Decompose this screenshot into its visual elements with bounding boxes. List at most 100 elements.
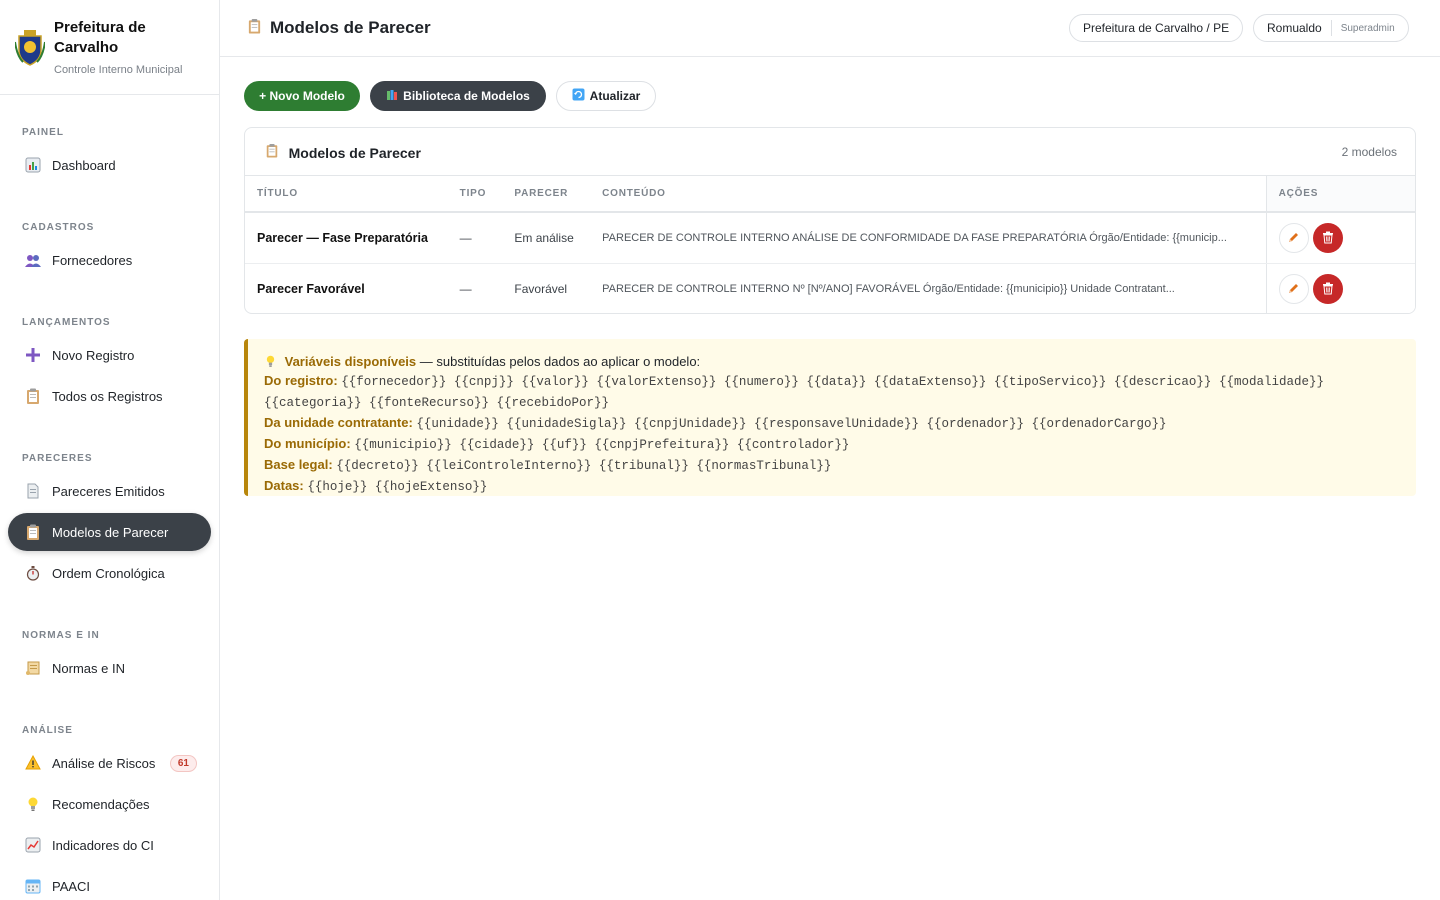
sidebar-item-ordem-cronologica[interactable]: Ordem Cronológica	[8, 554, 211, 592]
sidebar-item-dashboard[interactable]: Dashboard	[8, 146, 211, 184]
user-role: Superadmin	[1340, 22, 1395, 34]
sidebar-item-label: Todos os Registros	[52, 388, 163, 404]
models-card: Modelos de Parecer 2 modelos TÍTULO TIPO…	[244, 127, 1416, 314]
pencil-icon	[1289, 233, 1299, 243]
people-icon	[24, 251, 42, 269]
card-title: Modelos de Parecer	[265, 143, 421, 161]
sidebar-item-analise-riscos[interactable]: Análise de Riscos 61	[8, 744, 211, 782]
sidebar-item-label: Recomendações	[52, 796, 150, 812]
nav-section-lancamentos: LANÇAMENTOS	[22, 317, 111, 328]
table-row[interactable]: Parecer Favorável — Favorável PARECER DE…	[245, 263, 1415, 313]
variables-group-list: {{fornecedor}} {{cnpj}} {{valor}} {{valo…	[264, 375, 1324, 410]
calendar-icon	[24, 877, 42, 895]
refresh-button[interactable]: Atualizar	[556, 81, 656, 111]
nav-section-analise: ANÁLISE	[22, 725, 73, 736]
lightbulb-icon	[264, 354, 285, 369]
new-model-label: + Novo Modelo	[259, 89, 345, 103]
sidebar-item-label: Dashboard	[52, 157, 116, 173]
stopwatch-icon	[24, 564, 42, 582]
sidebar-item-fornecedores[interactable]: Fornecedores	[8, 241, 211, 279]
row-actions	[1265, 263, 1415, 313]
column-header-tipo[interactable]: TIPO	[447, 176, 503, 213]
sidebar-item-modelos-parecer[interactable]: Modelos de Parecer	[8, 513, 211, 551]
model-content-preview: PARECER DE CONTROLE INTERNO Nº [Nº/ANO] …	[602, 282, 1175, 295]
column-header-parecer[interactable]: PARECER	[502, 176, 591, 213]
variables-group-list: {{decreto}} {{leiControleInterno}} {{tri…	[336, 459, 832, 473]
chart-icon	[24, 156, 42, 174]
sidebar-item-normas-in[interactable]: Normas e IN	[8, 649, 211, 687]
variables-group: Da unidade contratante: {{unidade}} {{un…	[264, 413, 1400, 434]
sidebar-item-label: Fornecedores	[52, 252, 133, 268]
trend-icon	[24, 836, 42, 854]
delete-button[interactable]	[1312, 273, 1343, 304]
brand-name: Prefeitura de Carvalho	[54, 19, 146, 56]
column-header-acoes: AÇÕES	[1265, 176, 1415, 213]
nav-section-normas: NORMAS E IN	[22, 630, 100, 641]
new-model-button[interactable]: + Novo Modelo	[244, 81, 360, 111]
trash-icon	[1322, 231, 1333, 244]
table-header-row: TÍTULO TIPO PARECER CONTEÚDO AÇÕES	[245, 176, 1415, 213]
page-title-text: Modelos de Parecer	[270, 18, 431, 37]
model-opinion: Em análise	[502, 212, 591, 264]
variables-group-list: {{hoje}} {{hojeExtenso}}	[307, 480, 488, 494]
delete-button[interactable]	[1312, 222, 1343, 253]
variables-group-label: Do município:	[264, 436, 351, 451]
clipboard-icon	[265, 143, 283, 161]
row-actions	[1265, 212, 1415, 264]
variables-group-label: Base legal:	[264, 457, 333, 472]
sidebar-item-paaci[interactable]: PAACI	[8, 867, 211, 900]
sidebar-item-novo-registro[interactable]: Novo Registro	[8, 336, 211, 374]
model-type: —	[447, 212, 503, 264]
sidebar-item-label: Análise de Riscos	[52, 755, 156, 771]
top-header: Modelos de Parecer Prefeitura de Carvalh…	[220, 0, 1440, 57]
user-name: Romualdo	[1267, 21, 1322, 35]
sidebar-item-pareceres-emitidos[interactable]: Pareceres Emitidos	[8, 472, 211, 510]
model-library-button[interactable]: Biblioteca de Modelos	[370, 81, 546, 111]
models-table: TÍTULO TIPO PARECER CONTEÚDO AÇÕES Parec…	[245, 176, 1415, 313]
plus-icon	[24, 346, 42, 364]
nav-section-painel: PAINEL	[22, 127, 64, 138]
variables-group-label: Da unidade contratante:	[264, 415, 413, 430]
model-content-preview: PARECER DE CONTROLE INTERNO ANÁLISE DE C…	[590, 212, 1267, 264]
model-count: 2 modelos	[1341, 144, 1397, 159]
brand: Prefeitura de Carvalho Controle Interno …	[0, 0, 219, 95]
municipality-selector[interactable]: Prefeitura de Carvalho / PE	[1069, 14, 1244, 42]
variables-group: Datas: {{hoje}} {{hojeExtenso}}	[264, 476, 1400, 497]
variables-help-box: Variáveis disponíveis — substituídas pel…	[244, 339, 1416, 496]
sidebar-item-todos-registros[interactable]: Todos os Registros	[8, 377, 211, 415]
sidebar-item-label: Indicadores do CI	[52, 837, 154, 853]
warning-icon	[24, 754, 42, 772]
municipality-label: Prefeitura de Carvalho / PE	[1083, 21, 1230, 35]
variables-group: Do registro: {{fornecedor}} {{cnpj}} {{v…	[264, 371, 1400, 413]
table-row[interactable]: Parecer — Fase Preparatória — Em análise…	[245, 212, 1415, 264]
nav-section-pareceres: PARECERES	[22, 453, 93, 464]
page-title: Modelos de Parecer	[247, 18, 431, 38]
edit-button[interactable]	[1278, 222, 1309, 253]
nav-section-cadastros: CADASTROS	[22, 222, 95, 233]
sidebar-item-label: PAACI	[52, 878, 91, 894]
variables-group: Base legal: {{decreto}} {{leiControleInt…	[264, 455, 1400, 476]
divider	[1330, 20, 1332, 36]
variables-intro: — substituídas pelos dados ao aplicar o …	[416, 354, 701, 369]
column-header-titulo[interactable]: TÍTULO	[245, 176, 448, 213]
variables-group-list: {{unidade}} {{unidadeSigla}} {{cnpjUnida…	[416, 417, 1167, 431]
municipal-crest-icon	[14, 28, 46, 66]
sidebar-item-label: Normas e IN	[52, 660, 125, 676]
pencil-icon	[1289, 284, 1299, 294]
sidebar: Prefeitura de Carvalho Controle Interno …	[0, 0, 220, 900]
edit-button[interactable]	[1278, 273, 1309, 304]
model-title: Parecer Favorável	[257, 281, 365, 296]
sidebar-item-label: Novo Registro	[52, 347, 135, 363]
refresh-icon	[572, 88, 585, 104]
books-icon	[386, 89, 398, 104]
sidebar-item-label: Modelos de Parecer	[52, 524, 169, 540]
sidebar-item-recomendacoes[interactable]: Recomendações	[8, 785, 211, 823]
sidebar-item-indicadores[interactable]: Indicadores do CI	[8, 826, 211, 864]
column-header-conteudo[interactable]: CONTEÚDO	[590, 176, 1267, 213]
clipboard-icon	[24, 523, 42, 541]
sidebar-item-label: Pareceres Emitidos	[52, 483, 165, 499]
user-menu[interactable]: Romualdo Superadmin	[1253, 14, 1409, 42]
variables-heading-line: Variáveis disponíveis — substituídas pel…	[264, 352, 1400, 371]
card-header: Modelos de Parecer 2 modelos	[245, 128, 1415, 176]
lightbulb-icon	[24, 795, 42, 813]
